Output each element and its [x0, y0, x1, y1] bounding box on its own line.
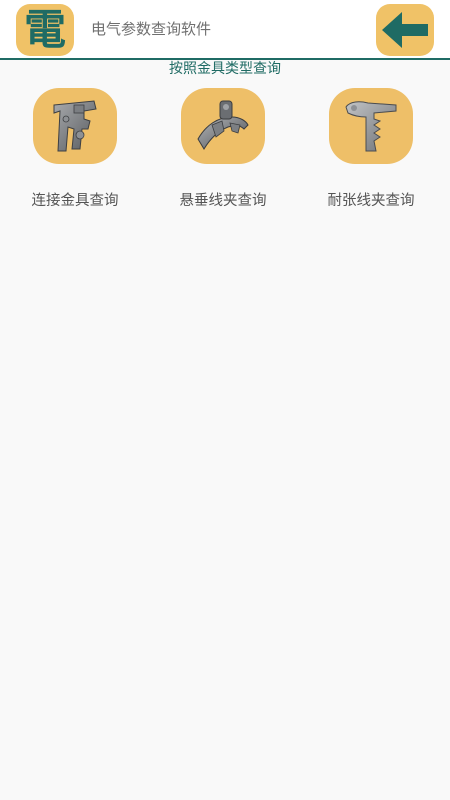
- category-label: 连接金具查询: [31, 193, 119, 209]
- app-title: 电气参数查询软件: [91, 20, 212, 38]
- tension-clamp-tile: [329, 88, 413, 164]
- connection-fitting-tile: [33, 88, 117, 164]
- top-bar: 電 电气参数查询软件: [0, 0, 450, 60]
- suspension-clamp-tile: [181, 88, 265, 164]
- back-button[interactable]: [376, 4, 434, 56]
- category-label: 耐张线夹查询: [327, 193, 415, 209]
- suspension-clamp-icon: [197, 100, 249, 150]
- arrow-left-icon: [382, 12, 428, 48]
- app-logo: 電: [16, 4, 74, 56]
- category-tension-clamps[interactable]: 耐张线夹查询: [296, 88, 446, 213]
- connection-fitting-icon: [53, 100, 97, 152]
- tension-clamp-icon: [345, 101, 397, 152]
- section-title: 按照金具类型查询: [169, 61, 281, 77]
- category-label: 悬垂线夹查询: [179, 193, 267, 209]
- category-connection-fittings[interactable]: 连接金具查询: [0, 88, 150, 213]
- category-suspension-clamps[interactable]: 悬垂线夹查询: [148, 88, 298, 213]
- logo-char: 電: [23, 5, 66, 54]
